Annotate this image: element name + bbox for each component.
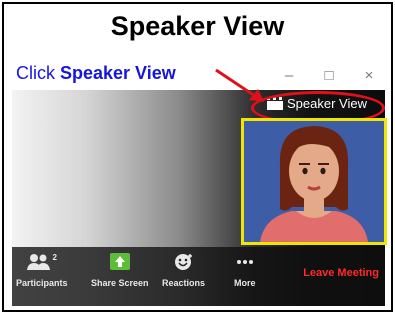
meeting-toolbar: 2 Participants Share Screen Reactions Mo… xyxy=(12,247,385,306)
participant-count: 2 xyxy=(52,253,57,262)
slide-frame: Speaker View Click Speaker View – □ × Sp… xyxy=(2,2,393,312)
more-icon xyxy=(236,260,253,264)
instruction-text: Click Speaker View xyxy=(16,62,176,84)
minimize-button[interactable]: – xyxy=(274,67,304,84)
share-screen-label: Share Screen xyxy=(91,278,149,288)
pointer-arrow xyxy=(215,68,264,102)
video-tile xyxy=(241,118,387,245)
window-controls: – □ × xyxy=(274,64,384,86)
participants-icon xyxy=(26,254,50,270)
instruction-target: Speaker View xyxy=(60,63,176,83)
reactions-button[interactable]: Reactions xyxy=(162,253,205,288)
share-screen-icon xyxy=(109,253,130,270)
speaker-view-label: Speaker View xyxy=(287,96,367,111)
meeting-window: Speaker View 2 Participants Share Screen… xyxy=(12,90,387,306)
leave-meeting-button[interactable]: Leave Meeting xyxy=(303,267,379,279)
more-label: More xyxy=(234,278,256,288)
reactions-label: Reactions xyxy=(162,278,206,288)
reactions-icon xyxy=(174,254,192,270)
female-avatar xyxy=(260,126,368,242)
instruction-lead: Click xyxy=(16,63,60,83)
speaker-view-button[interactable]: Speaker View xyxy=(266,96,367,111)
close-button[interactable]: × xyxy=(354,67,384,84)
participants-label: Participants xyxy=(16,278,68,288)
maximize-button[interactable]: □ xyxy=(314,67,344,84)
page-title: Speaker View xyxy=(110,11,285,41)
more-button[interactable]: More xyxy=(234,253,256,288)
share-screen-button[interactable]: Share Screen xyxy=(91,253,149,288)
participants-button[interactable]: 2 Participants xyxy=(16,253,68,288)
